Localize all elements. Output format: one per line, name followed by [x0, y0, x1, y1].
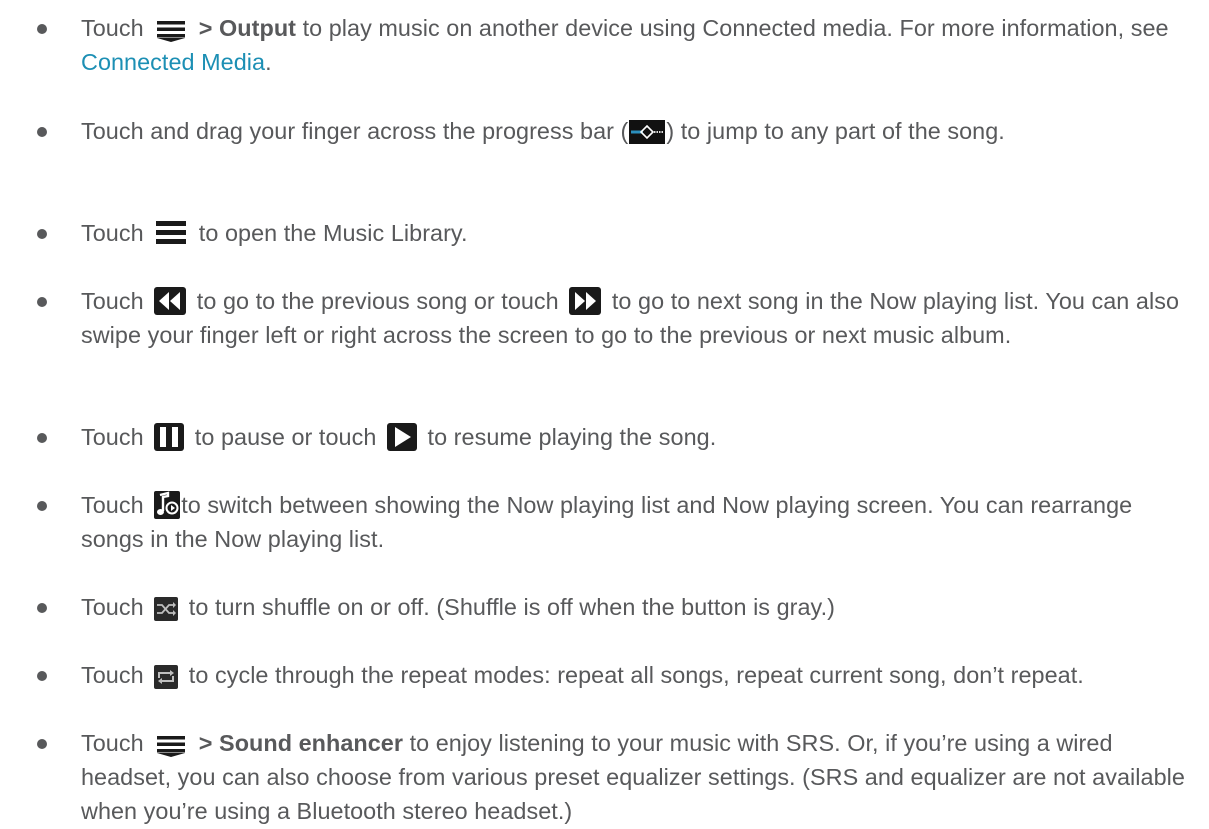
list-item-text: Touch to cycle through the repeat modes:… [81, 658, 1191, 692]
bullet [37, 671, 47, 681]
menu-icon [154, 731, 188, 757]
item-description: to turn shuffle on or off. (Shuffle is o… [188, 594, 835, 620]
menu-option-sound-enhancer: > Sound enhancer [198, 730, 404, 756]
touch-word: Touch [81, 730, 144, 756]
now-playing-toggle-icon [154, 491, 181, 519]
item-description: Touch and drag your finger across the pr… [81, 118, 629, 144]
touch-word: Touch [81, 424, 144, 450]
item-description: to switch between showing the Now playin… [81, 492, 1133, 552]
list-item-text: Touch to open the Music Library. [81, 216, 1191, 250]
item-description: to resume playing the song. [427, 424, 717, 450]
item-description: ) to jump to any part of the song. [666, 118, 1005, 144]
touch-word: Touch [81, 662, 144, 688]
bullet [37, 433, 47, 443]
shuffle-icon [154, 597, 179, 621]
progress-bar-icon [629, 119, 666, 145]
repeat-icon [154, 665, 179, 689]
item-description: to pause or touch [194, 424, 377, 450]
play-icon [386, 423, 417, 451]
bullet [37, 603, 47, 613]
pause-icon [154, 423, 185, 451]
bullet [37, 127, 47, 137]
list-item-text: Touch > Output to play music on another … [81, 15, 1169, 75]
connected-media-link[interactable]: Connected Media [81, 49, 265, 75]
list-item-text: Touch to go to the previous song or touc… [81, 284, 1191, 352]
list-item-text: Touch > Sound enhancer to enjoy listenin… [81, 726, 1191, 828]
list-item-text: Touch to pause or touch to resume playin… [81, 420, 1191, 454]
next-icon [569, 287, 602, 315]
list-item-text: Touch and drag your finger across the pr… [81, 114, 1191, 148]
previous-icon [154, 287, 187, 315]
touch-word: Touch [81, 492, 144, 518]
menu-icon [154, 16, 188, 42]
touch-word: Touch [81, 220, 144, 246]
item-description: to cycle through the repeat modes: repea… [188, 662, 1084, 688]
bullet [37, 297, 47, 307]
touch-word: Touch [81, 594, 144, 620]
bullet [37, 501, 47, 511]
list-item-text: Touch to switch between showing the Now … [81, 488, 1191, 556]
list-item-text: Touch to turn shuffle on or off. (Shuffl… [81, 590, 1191, 624]
touch-word: Touch [81, 288, 144, 314]
item-description: to go to the previous song or touch [196, 288, 559, 314]
menu-option-output: > Output [198, 15, 296, 41]
item-description: to play music on another device using Co… [302, 15, 1169, 41]
bullet [37, 739, 47, 749]
bullet [37, 229, 47, 239]
music-library-icon [154, 219, 188, 247]
touch-word: Touch [81, 15, 144, 41]
item-description: to open the Music Library. [198, 220, 468, 246]
bullet [37, 24, 47, 34]
